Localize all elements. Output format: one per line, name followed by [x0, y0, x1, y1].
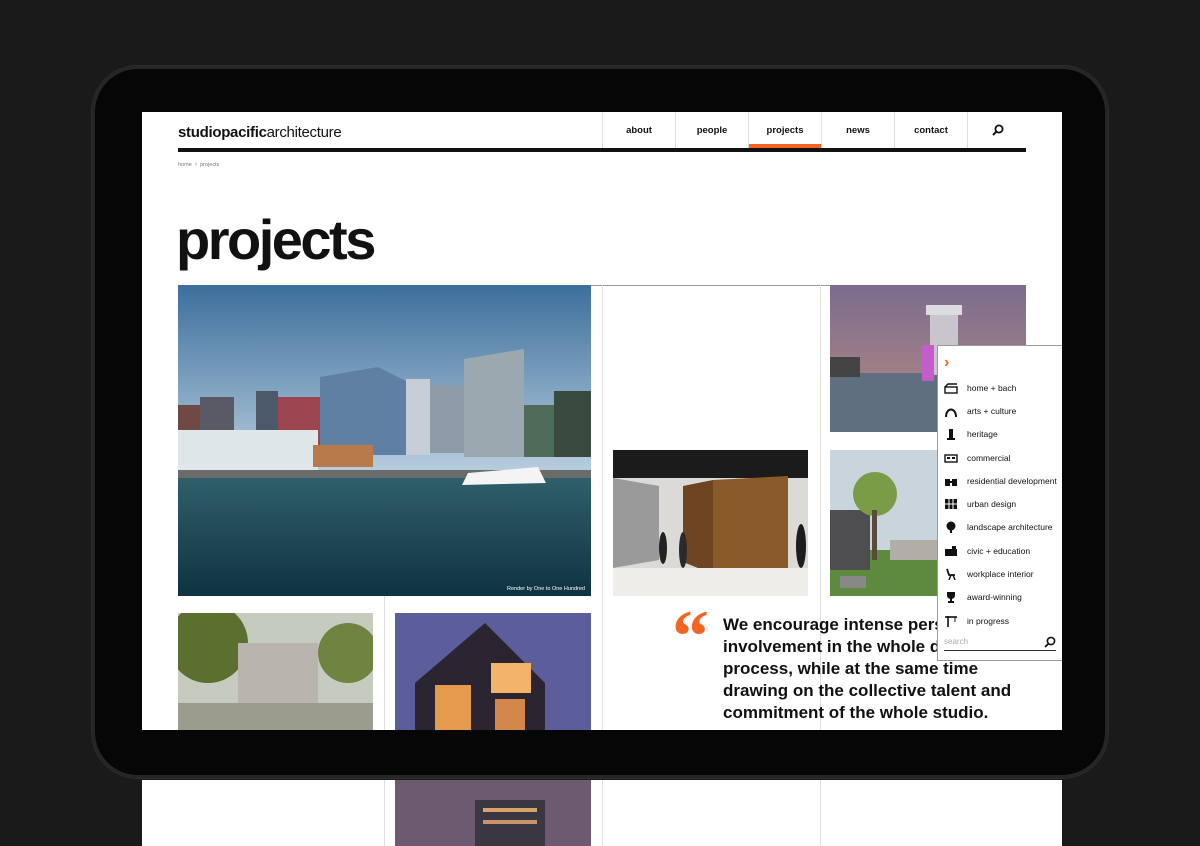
filter-label: award-winning [967, 592, 1022, 603]
filter-commercial[interactable]: commercial [944, 446, 1057, 469]
nav-about[interactable]: about [602, 112, 675, 148]
nav-contact[interactable]: contact [894, 112, 967, 148]
filter-toggle-button[interactable]: › [944, 354, 949, 372]
house-icon [944, 382, 958, 394]
grid-divider [384, 596, 385, 730]
project-tile-waterfront[interactable]: Render by One to One Hundred [178, 285, 591, 596]
header-rule [178, 148, 1026, 152]
project-tile-park[interactable] [178, 613, 373, 730]
filter-workplace-interior[interactable]: workplace interior [944, 562, 1057, 585]
crane-icon [945, 615, 957, 627]
filter-label: arts + culture [967, 405, 1017, 416]
filter-award-winning[interactable]: award-winning [944, 586, 1057, 609]
search-icon[interactable] [1044, 636, 1056, 648]
filter-heritage[interactable]: heritage [944, 423, 1057, 446]
grid-divider [602, 780, 603, 846]
filter-label: civic + education [967, 545, 1031, 556]
tablet-screen: studiopacificarchitecture about people p… [142, 112, 1062, 730]
filter-label: commercial [967, 452, 1011, 463]
site-logo[interactable]: studiopacificarchitecture [178, 124, 342, 141]
page-title: projects [176, 208, 376, 271]
filter-label: residential development [967, 475, 1057, 486]
filter-urban-design[interactable]: urban design [944, 492, 1057, 515]
filter-label: in progress [967, 615, 1010, 626]
building-icon [944, 453, 958, 463]
nav-search-button[interactable] [967, 112, 1027, 148]
breadcrumb-current: projects [200, 161, 220, 168]
filter-arts-culture[interactable]: arts + culture [944, 399, 1057, 422]
chevron-right-icon: › [194, 161, 198, 168]
grid-divider [602, 285, 603, 730]
filter-label: urban design [967, 499, 1017, 510]
filter-label: home + bach [967, 382, 1017, 393]
breadcrumb: home › projects [178, 161, 219, 168]
project-filter-panel: › home + bach arts + culture heritage co… [937, 345, 1062, 661]
quote-mark-icon: “ [672, 596, 709, 678]
flag-icon [945, 545, 957, 556]
filter-in-progress[interactable]: in progress [944, 609, 1057, 632]
search-icon [991, 124, 1003, 136]
nav-people[interactable]: people [675, 112, 748, 148]
filter-label: landscape architecture [967, 522, 1053, 533]
grid-icon [945, 499, 957, 510]
page-continuation [142, 780, 1062, 846]
filter-landscape-architecture[interactable]: landscape architecture [944, 516, 1057, 539]
filter-search-input[interactable] [944, 637, 1036, 646]
grid-divider [384, 780, 385, 846]
project-tile-exhibition[interactable] [613, 450, 808, 596]
image-caption: Render by One to One Hundred [507, 586, 585, 592]
project-tile-apartments[interactable] [395, 780, 591, 846]
filter-home-bach[interactable]: home + bach [944, 376, 1057, 399]
tree-icon [946, 521, 956, 534]
filter-search [944, 633, 1056, 651]
nav-news[interactable]: news [821, 112, 894, 148]
filter-residential-development[interactable]: residential development [944, 469, 1057, 492]
filter-label: workplace interior [967, 569, 1034, 580]
breadcrumb-home[interactable]: home [178, 162, 192, 168]
chair-icon [946, 568, 956, 581]
arch-icon [945, 408, 957, 417]
main-nav: about people projects news contact [602, 112, 1027, 148]
filter-label: heritage [967, 429, 998, 440]
filter-list: home + bach arts + culture heritage comm… [944, 376, 1057, 632]
trophy-icon [947, 592, 955, 604]
project-tile-house[interactable] [395, 613, 591, 730]
grid-divider [820, 780, 821, 846]
column-icon [947, 429, 955, 441]
nav-projects[interactable]: projects [748, 112, 821, 148]
filter-civic-education[interactable]: civic + education [944, 539, 1057, 562]
houses-icon [945, 478, 957, 486]
